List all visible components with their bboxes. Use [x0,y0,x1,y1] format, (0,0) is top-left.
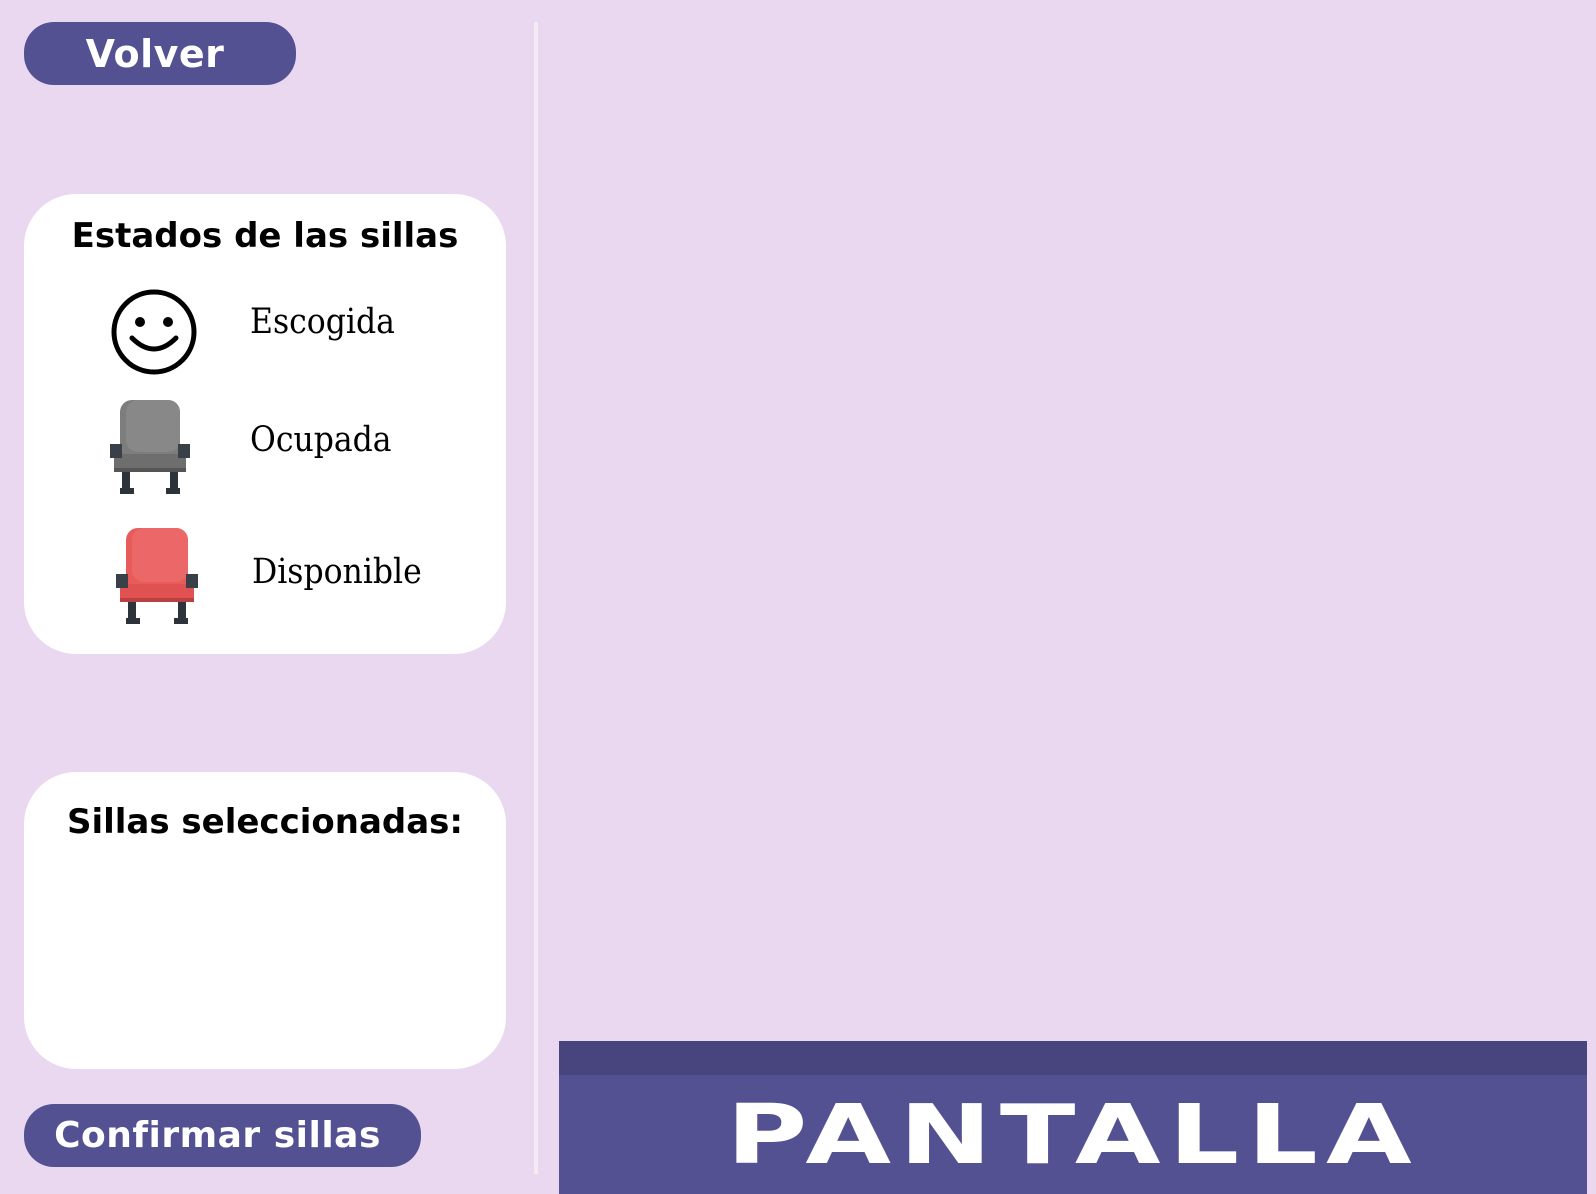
sidebar-divider [534,22,538,1174]
confirm-seats-label: Confirmar sillas [54,1115,381,1156]
screen-label: PANTALLA [726,1088,1420,1183]
legend-label-chosen: Escogida [250,302,395,342]
screen-top-band [559,1041,1587,1075]
smiley-icon [111,289,197,375]
cinema-screen: PANTALLA [559,1041,1587,1194]
red-seat-icon [116,528,198,624]
back-button[interactable]: Volver [24,22,296,85]
selected-seats-title: Sillas seleccionadas: [66,802,464,842]
legend-title: Estados de las sillas [71,216,459,256]
seat-states-legend: Estados de las sillas Escogida Ocupada D… [24,194,506,654]
gray-seat-icon [110,400,190,494]
legend-label-occupied: Ocupada [250,420,392,460]
selected-seats-panel: Sillas seleccionadas: [24,772,506,1069]
back-button-label: Volver [85,31,225,76]
legend-label-available: Disponible [252,552,422,592]
confirm-seats-button[interactable]: Confirmar sillas [24,1104,421,1167]
